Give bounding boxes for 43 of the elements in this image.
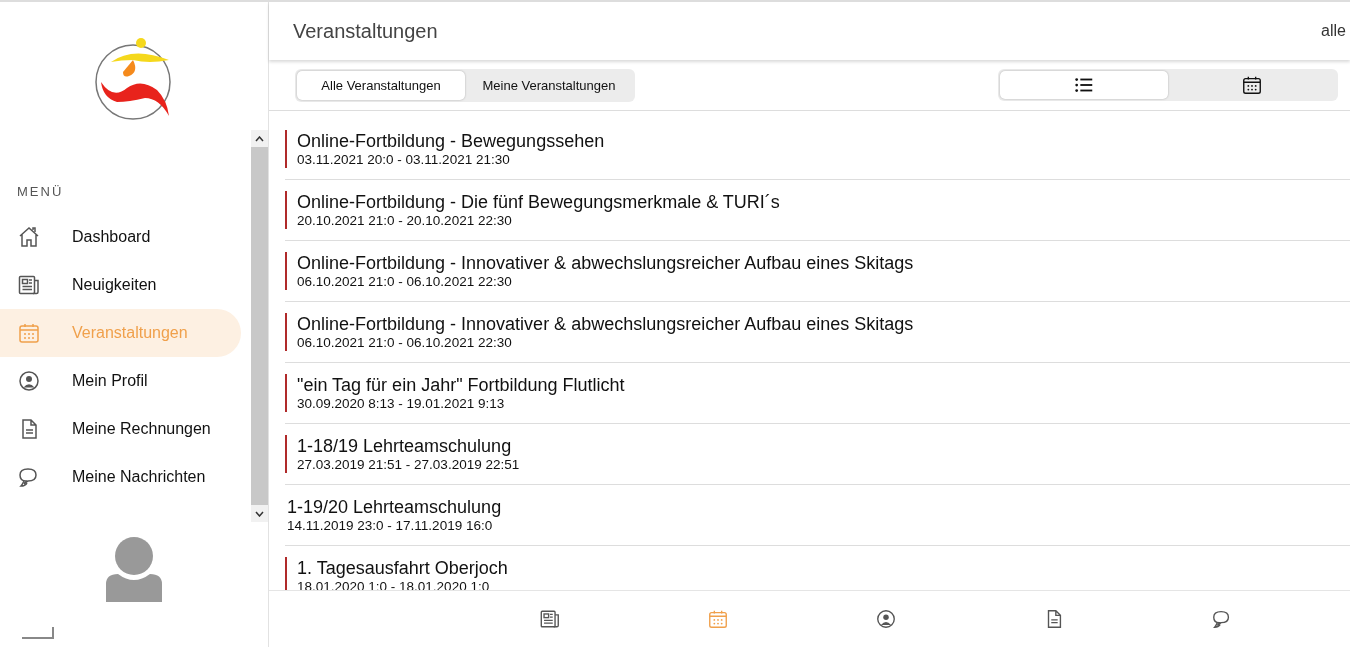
event-row[interactable]: 1-19/20 Lehrteamschulung 14.11.2019 23:0 - 17.11.2019 16:0 <box>285 485 1350 546</box>
event-row[interactable]: Online-Fortbildung - Innovativer & abwechslungsreicher Aufbau eines Skitags 06.10.2021 21:0 - 06.10.2021 22:30 <box>285 302 1350 363</box>
event-title: Online-Fortbildung - Innovativer & abwechslungsreicher Aufbau eines Skitags <box>297 252 914 274</box>
event-row[interactable]: 1-18/19 Lehrteamschulung 27.03.2019 21:51 - 27.03.2019 22:51 <box>285 424 1350 485</box>
avatar-silhouette <box>106 536 162 602</box>
event-row[interactable]: Online-Fortbildung - Bewegungssehen 03.11.2021 20:0 - 03.11.2021 21:30 <box>285 119 1350 180</box>
chevron-down-icon[interactable] <box>255 510 264 517</box>
event-dates: 30.09.2020 8:13 - 19.01.2021 9:13 <box>297 396 506 412</box>
event-row[interactable]: Online-Fortbildung - Innovativer & abwechslungsreicher Aufbau eines Skitags 06.10.2021 21:0 - 06.10.2021 22:30 <box>285 241 1350 302</box>
event-title: 1-18/19 Lehrteamschulung <box>297 435 513 457</box>
event-title: 1-19/20 Lehrteamschulung <box>287 496 502 518</box>
event-dates: 06.10.2021 21:0 - 06.10.2021 22:30 <box>297 335 513 351</box>
event-title: Online-Fortbildung - Die fünf Bewegungsmerkmale & TURI´s <box>297 191 780 213</box>
corner-mark <box>22 627 54 639</box>
tab[interactable]: Meine Veranstaltungen <box>465 70 633 100</box>
menu-item[interactable]: Meine Nachrichten <box>0 453 241 501</box>
event-dates: 06.10.2021 21:0 - 06.10.2021 22:30 <box>297 274 513 290</box>
calendar-icon <box>1241 74 1263 96</box>
page-title: Veranstaltungen <box>293 19 438 43</box>
event-title: Online-Fortbildung - Bewegungssehen <box>297 130 605 152</box>
event-row[interactable]: "ein Tag für ein Jahr" Fortbildung Flutlicht 30.09.2020 8:13 - 19.01.2021 9:13 <box>285 363 1350 424</box>
event-dates: 14.11.2019 23:0 - 17.11.2019 16:0 <box>287 518 494 534</box>
menu-item[interactable]: Neuigkeiten <box>0 261 241 309</box>
menu-item[interactable]: Dashboard <box>0 213 241 261</box>
event-title: Online-Fortbildung - Innovativer & abwechslungsreicher Aufbau eines Skitags <box>297 313 914 335</box>
chevron-up-icon[interactable] <box>255 135 264 142</box>
filter-label[interactable]: alle <box>1321 22 1346 40</box>
event-dates: 20.10.2021 21:0 - 20.10.2021 22:30 <box>297 213 513 229</box>
list-view-button[interactable] <box>1000 71 1168 99</box>
scrollbar[interactable] <box>251 130 268 522</box>
tab[interactable]: Alle Veranstaltungen <box>297 70 465 100</box>
profile-icon <box>17 369 41 393</box>
home-icon <box>17 225 41 249</box>
newspaper-icon <box>17 273 41 297</box>
event-title: "ein Tag für ein Jahr" Fortbildung Flutlicht <box>297 374 625 396</box>
event-dates: 03.11.2021 20:0 - 03.11.2021 21:30 <box>297 152 511 168</box>
menu-item[interactable]: Mein Profil <box>0 357 241 405</box>
menu-item[interactable]: Meine Rechnungen <box>0 405 241 453</box>
event-dates: 27.03.2019 21:51 - 27.03.2019 22:51 <box>297 457 520 473</box>
calendar-icon <box>17 321 41 345</box>
menu-heading: MENÜ <box>17 184 65 199</box>
event-title: 1. Tagesausfahrt Oberjoch <box>297 557 508 579</box>
event-row[interactable]: Online-Fortbildung - Die fünf Bewegungsmerkmale & TURI´s 20.10.2021 21:0 - 20.10.2021 22:30 <box>285 180 1350 241</box>
